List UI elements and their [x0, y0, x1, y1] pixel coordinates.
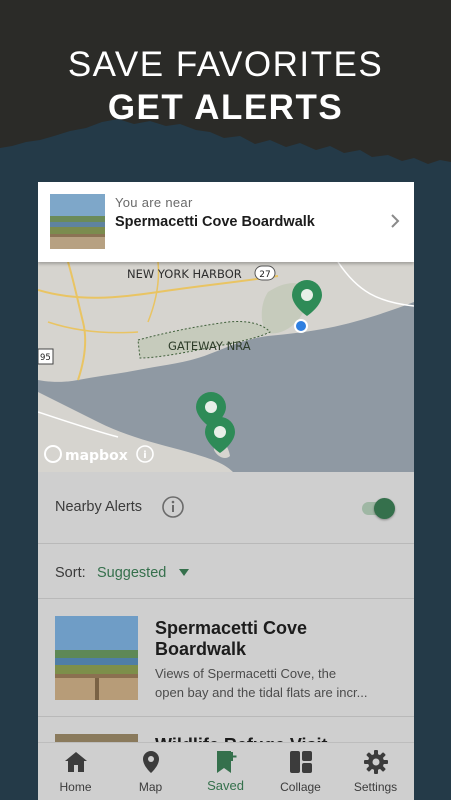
tab-home[interactable]: Home: [38, 743, 113, 800]
current-location-dot: [294, 319, 308, 333]
phone-screen: You are near Spermacetti Cove Boardwalk: [38, 182, 414, 800]
nearby-subtitle: You are near: [115, 195, 193, 210]
map-label-park: GATEWAY NRA: [168, 339, 251, 353]
sort-label: Sort:: [55, 565, 86, 581]
item-description: Views of Spermacetti Cove, the open bay …: [155, 666, 368, 700]
nearby-title: Spermacetti Cove Boardwalk: [115, 214, 315, 230]
item-thumbnail: [55, 616, 138, 700]
item-title: Spermacetti Cove Boardwalk: [155, 618, 308, 659]
tab-saved[interactable]: Saved: [188, 743, 263, 800]
headline-line2: GET ALERTS: [107, 88, 344, 127]
tab-collage[interactable]: Collage: [263, 743, 338, 800]
chevron-right-icon: [391, 214, 400, 228]
sort-value[interactable]: Suggested: [97, 565, 166, 581]
svg-text:i: i: [143, 450, 146, 461]
map-label-route95: 95: [40, 353, 51, 363]
nearby-alerts-label: Nearby Alerts: [55, 499, 143, 515]
nearby-location-card[interactable]: You are near Spermacetti Cove Boardwalk: [38, 182, 414, 262]
nearby-thumbnail: [50, 194, 105, 249]
map-label-harbor: NEW YORK HARBOR: [127, 267, 242, 281]
map-pin-icon: [143, 751, 159, 773]
map-view[interactable]: NEW YORK HARBOR 27 GATEWAY NRA 95 mapbox…: [38, 262, 414, 472]
collage-icon: [290, 751, 312, 773]
nearby-alerts-row: Nearby Alerts: [38, 472, 414, 544]
bottom-tab-bar: Home Map Saved Collage Settings: [38, 742, 414, 800]
home-icon: [65, 752, 87, 772]
bookmark-add-icon: [217, 751, 237, 773]
tab-map[interactable]: Map: [113, 743, 188, 800]
tab-settings[interactable]: Settings: [338, 743, 413, 800]
sort-row[interactable]: Sort: Suggested: [38, 544, 414, 599]
headline: SAVE FAVORITES GET ALERTS: [0, 44, 451, 130]
list-item[interactable]: Spermacetti Cove Boardwalk Views of Sper…: [38, 599, 414, 717]
mapbox-attribution: mapbox: [65, 448, 128, 464]
gear-icon: [364, 750, 388, 774]
nearby-alerts-toggle[interactable]: [360, 496, 396, 520]
info-icon[interactable]: [161, 495, 185, 519]
headline-line1: SAVE FAVORITES: [67, 45, 384, 84]
caret-down-icon[interactable]: [179, 569, 189, 576]
map-label-route27: 27: [259, 270, 270, 280]
